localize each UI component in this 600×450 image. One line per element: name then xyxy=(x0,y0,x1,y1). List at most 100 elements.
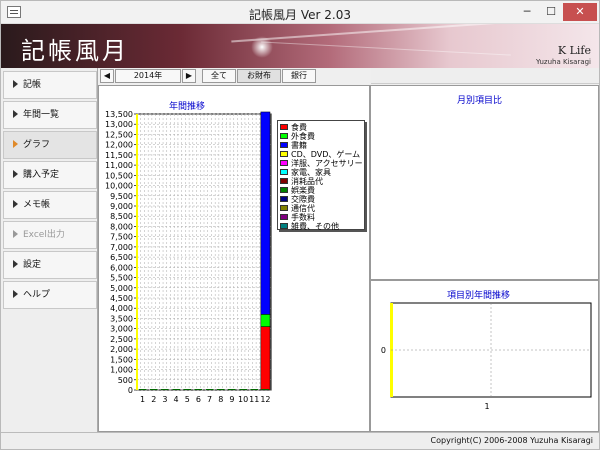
y-tick-label: 6,000 xyxy=(110,263,133,272)
legend-item: 家電、家具 xyxy=(280,168,331,177)
y-tick-label: 13,500 xyxy=(105,110,133,119)
app-logo: 記帳風月 xyxy=(21,37,129,65)
y-tick-label: 11,500 xyxy=(105,151,133,160)
tab-wallet[interactable]: お財布 xyxy=(237,69,281,83)
legend-swatch xyxy=(280,169,288,175)
legend-label: 娯楽費 xyxy=(291,186,315,195)
chart-legend: 食費 外食費 書籍 CD、DVD、ゲーム 洋服、アクセサリー 家電、家具 消耗品代 娯楽費 交際… xyxy=(277,120,365,231)
y-tick-label: 7,500 xyxy=(110,233,133,242)
y-tick-label: 1,500 xyxy=(110,355,133,364)
triangle-right-icon xyxy=(13,290,18,298)
bar-segment xyxy=(260,326,271,391)
sidebar-item-graph[interactable]: グラフ xyxy=(3,131,97,159)
triangle-right-icon xyxy=(13,110,18,118)
legend-item: 書籍 xyxy=(280,141,307,150)
y-tick-label: 0 xyxy=(381,346,386,355)
x-tick-label: 1 xyxy=(484,402,489,411)
y-tick-label: 9,500 xyxy=(110,192,133,201)
y-tick-label: 0 xyxy=(128,386,133,395)
triangle-right-icon xyxy=(13,80,18,88)
prev-year-button[interactable]: ◀ xyxy=(100,69,114,83)
legend-item: 交際費 xyxy=(280,195,315,204)
close-button[interactable]: ✕ xyxy=(563,3,597,21)
sidebar-item-label: 記帳 xyxy=(23,80,42,90)
legend-swatch xyxy=(280,124,288,130)
graph-toolbar: ◀ 2014年 ▶ 全て お財布 銀行 xyxy=(98,68,371,84)
y-tick-label: 4,500 xyxy=(110,294,133,303)
item-yearly-chart: 01 xyxy=(381,302,592,411)
x-tick-label: 1 xyxy=(140,395,145,404)
y-tick-label: 4,000 xyxy=(110,304,133,313)
bar-segment xyxy=(139,389,147,390)
monthly-ratio-panel: 月別項目比 xyxy=(370,85,599,280)
bar-segment xyxy=(260,111,271,315)
bar-segment xyxy=(206,389,214,390)
sidebar-item-yearly-list[interactable]: 年間一覧 xyxy=(3,101,97,129)
sidebar-item-purchase-plan[interactable]: 購入予定 xyxy=(3,161,97,189)
bar-segment xyxy=(217,389,225,390)
tab-bank[interactable]: 銀行 xyxy=(282,69,316,83)
y-tick-label: 13,000 xyxy=(105,120,133,129)
legend-swatch xyxy=(280,205,288,211)
legend-swatch xyxy=(280,223,288,229)
tab-all[interactable]: 全て xyxy=(202,69,236,83)
banner-glow xyxy=(251,36,273,58)
window-title: 記帳風月 Ver 2.03 xyxy=(249,8,351,22)
legend-item: 食費 xyxy=(280,123,307,132)
legend-label: 書籍 xyxy=(291,141,307,150)
sidebar-item-label: 購入予定 xyxy=(23,170,60,180)
legend-label: 食費 xyxy=(291,123,307,132)
y-tick-label: 3,000 xyxy=(110,325,133,334)
y-tick-label: 11,000 xyxy=(105,161,133,170)
bar-segment xyxy=(260,314,271,327)
y-tick-label: 6,500 xyxy=(110,253,133,262)
x-tick-label: 12 xyxy=(260,395,270,404)
sidebar-item-memo[interactable]: メモ帳 xyxy=(3,191,97,219)
legend-label: 家電、家具 xyxy=(291,168,331,177)
legend-swatch xyxy=(280,133,288,139)
bar-segment xyxy=(194,389,202,390)
bar-segment xyxy=(250,389,258,390)
y-tick-label: 1,000 xyxy=(110,366,133,375)
legend-item: CD、DVD、ゲーム xyxy=(280,150,360,159)
status-bar: Copyright(C) 2006-2008 Yuzuha Kisaragi xyxy=(1,432,599,449)
legend-item: 消耗品代 xyxy=(280,177,323,186)
y-tick-label: 5,000 xyxy=(110,284,133,293)
x-tick-label: 10 xyxy=(238,395,248,404)
triangle-right-icon xyxy=(13,140,18,148)
sidebar-item-excel-export: Excel出力 xyxy=(3,221,97,249)
legend-swatch xyxy=(280,160,288,166)
legend-label: CD、DVD、ゲーム xyxy=(291,150,361,159)
year-display: 2014年 xyxy=(115,69,181,83)
x-tick-label: 7 xyxy=(207,395,212,404)
sidebar-item-label: 年間一覧 xyxy=(23,110,60,120)
legend-swatch xyxy=(280,214,288,220)
y-tick-label: 12,500 xyxy=(105,130,133,139)
bar-segment xyxy=(161,389,169,390)
next-year-button[interactable]: ▶ xyxy=(182,69,196,83)
title-bar[interactable]: 記帳風月 Ver 2.03 ─ ☐ ✕ xyxy=(1,1,599,24)
y-tick-label: 10,500 xyxy=(105,171,133,180)
sidebar-item-settings[interactable]: 設定 xyxy=(3,251,97,279)
legend-label: 通信代 xyxy=(291,204,315,213)
legend-label: 外食費 xyxy=(291,132,315,141)
y-tick-label: 8,000 xyxy=(110,222,133,231)
minimize-button[interactable]: ─ xyxy=(515,3,539,21)
yearly-trend-title: 年間推移 xyxy=(169,102,206,112)
triangle-right-icon xyxy=(13,260,18,268)
x-tick-label: 3 xyxy=(162,395,167,404)
header-banner: 記帳風月 K Life Yuzuha Kisaragi xyxy=(1,24,599,68)
bar-segment xyxy=(183,389,191,390)
legend-label: 洋服、アクセサリー xyxy=(291,159,363,168)
x-tick-label: 4 xyxy=(174,395,179,404)
x-tick-label: 6 xyxy=(196,395,201,404)
y-tick-label: 2,000 xyxy=(110,345,133,354)
sidebar: 記帳 年間一覧 グラフ 購入予定 メモ帳 Excel出力 設定 ヘルプ xyxy=(1,68,98,439)
x-tick-label: 2 xyxy=(151,395,156,404)
x-tick-label: 5 xyxy=(185,395,190,404)
maximize-button[interactable]: ☐ xyxy=(539,3,563,21)
copyright-text: Copyright(C) 2006-2008 Yuzuha Kisaragi xyxy=(430,436,593,445)
sidebar-item-help[interactable]: ヘルプ xyxy=(3,281,97,309)
sidebar-item-entry[interactable]: 記帳 xyxy=(3,71,97,99)
author-name: Yuzuha Kisaragi xyxy=(536,58,591,66)
